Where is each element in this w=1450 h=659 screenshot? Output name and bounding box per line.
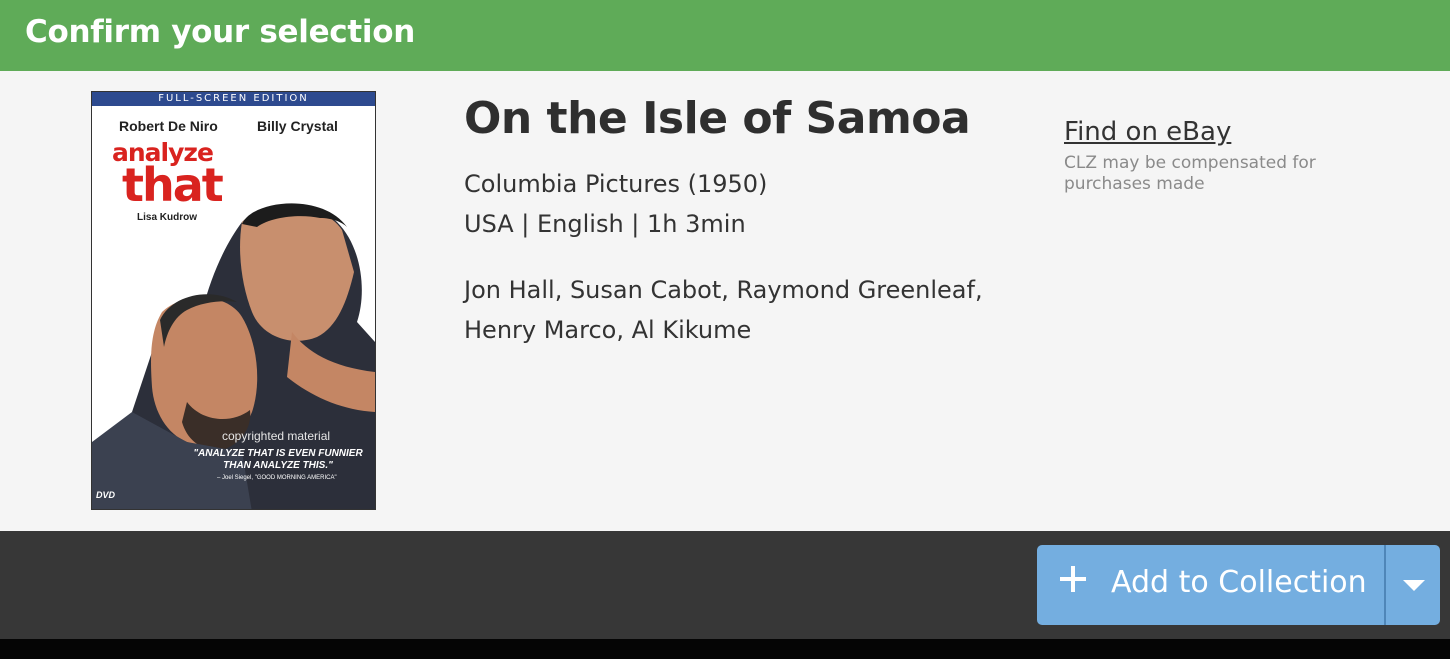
- bottom-strip: [0, 639, 1450, 659]
- add-to-collection-label: Add to Collection: [1111, 565, 1367, 600]
- cover-image: FULL-SCREEN EDITION Robert De Niro Billy…: [91, 91, 376, 510]
- cover-title: analyze that: [112, 140, 224, 212]
- movie-studio-year: Columbia Pictures (1950): [464, 170, 768, 198]
- dvd-logo-icon: DVD: [96, 490, 116, 500]
- caret-down-icon: [1403, 580, 1425, 591]
- plus-icon: [1060, 566, 1086, 592]
- add-to-collection-button[interactable]: Add to Collection: [1037, 545, 1384, 625]
- cover-band: FULL-SCREEN EDITION: [92, 92, 375, 106]
- find-on-ebay-link[interactable]: Find on eBay: [1064, 117, 1231, 147]
- movie-details: USA | English | 1h 3min: [464, 210, 746, 238]
- ebay-disclaimer: CLZ may be compensated for purchases mad…: [1064, 153, 1316, 194]
- movie-title: On the Isle of Samoa: [464, 93, 971, 144]
- page-title: Confirm your selection: [25, 14, 415, 50]
- selection-panel: FULL-SCREEN EDITION Robert De Niro Billy…: [0, 71, 1450, 531]
- movie-cast: Jon Hall, Susan Cabot, Raymond Greenleaf…: [464, 276, 983, 344]
- footer-bar: Add to Collection: [0, 531, 1450, 639]
- header-bar: Confirm your selection: [0, 0, 1450, 71]
- cover-actor-1: Robert De Niro: [119, 118, 218, 134]
- cover-quote: "ANALYZE THAT IS EVEN FUNNIER THAN ANALY…: [193, 448, 363, 471]
- cover-title-line-2: that: [122, 157, 224, 212]
- cover-supporting-actor: Lisa Kudrow: [137, 212, 198, 223]
- cover-copyright: copyrighted material: [222, 429, 331, 443]
- cover-quote-source: – Joel Siegel, "GOOD MORNING AMERICA": [217, 475, 337, 481]
- add-options-dropdown-button[interactable]: [1386, 545, 1440, 625]
- cover-actor-2: Billy Crystal: [257, 118, 338, 134]
